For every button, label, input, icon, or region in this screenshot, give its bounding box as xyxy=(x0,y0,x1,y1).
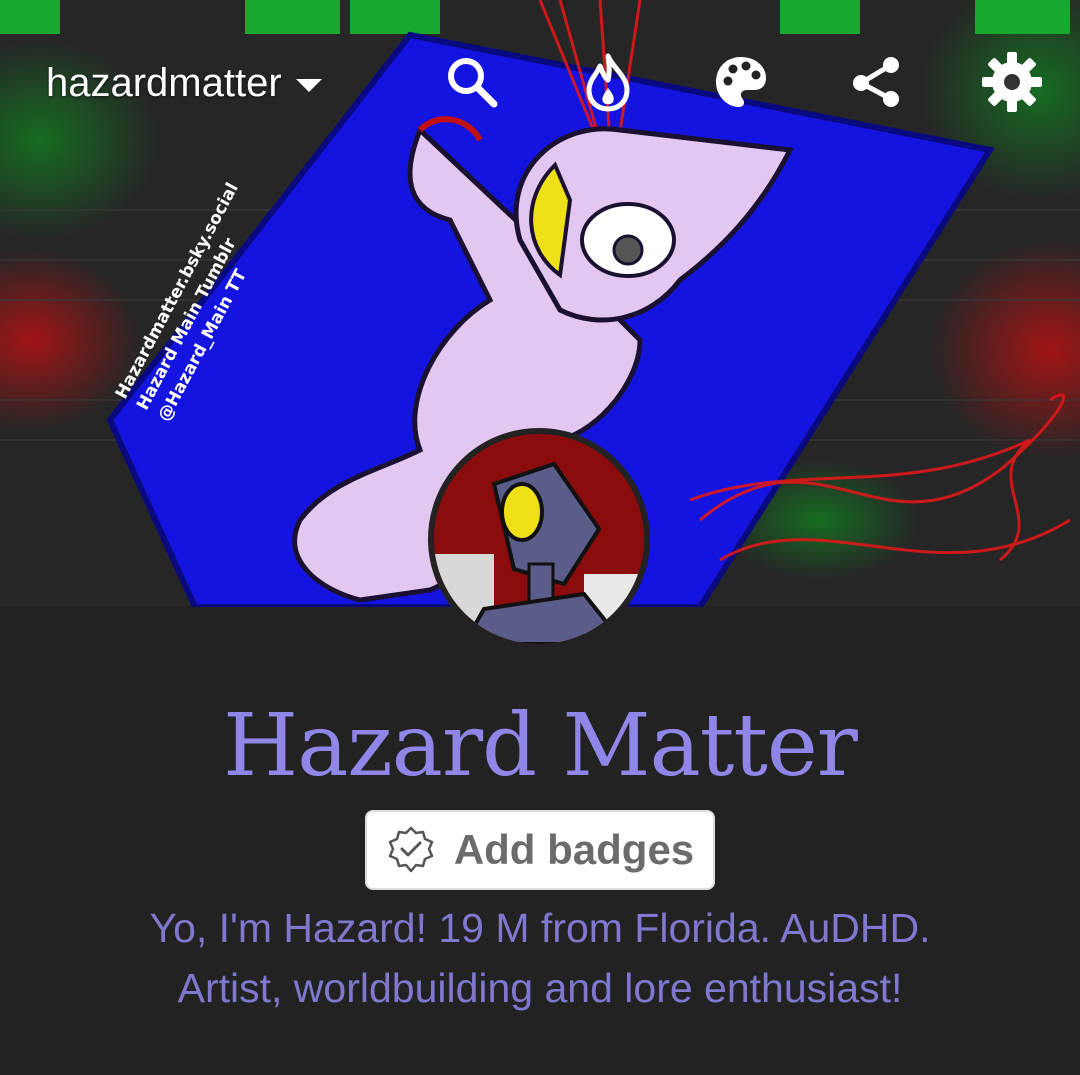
palette-icon[interactable] xyxy=(707,48,775,116)
gear-icon[interactable] xyxy=(978,48,1046,116)
page-title: Hazard Matter xyxy=(223,696,858,796)
badge-icon xyxy=(388,826,434,873)
bio-line-2: Artist, worldbuilding and lore enthusias… xyxy=(177,965,903,1011)
add-badges-label: Add badges xyxy=(453,826,695,873)
bio-line-1: Yo, I'm Hazard! 19 M from Florida. AuDHD… xyxy=(149,905,931,951)
search-icon[interactable] xyxy=(438,48,506,116)
share-icon[interactable] xyxy=(842,48,910,116)
blog-switcher[interactable]: hazardmatter xyxy=(46,58,322,108)
caret-down-icon xyxy=(295,78,322,92)
flame-icon[interactable] xyxy=(574,48,642,116)
avatar[interactable] xyxy=(428,428,650,650)
blog-description: Yo, I'm Hazard! 19 M from Florida. AuDHD… xyxy=(60,898,1020,1018)
add-badges-button[interactable]: Add badges xyxy=(365,810,715,890)
blog-name: hazardmatter xyxy=(46,60,282,105)
top-bar: hazardmatter xyxy=(0,38,1080,128)
